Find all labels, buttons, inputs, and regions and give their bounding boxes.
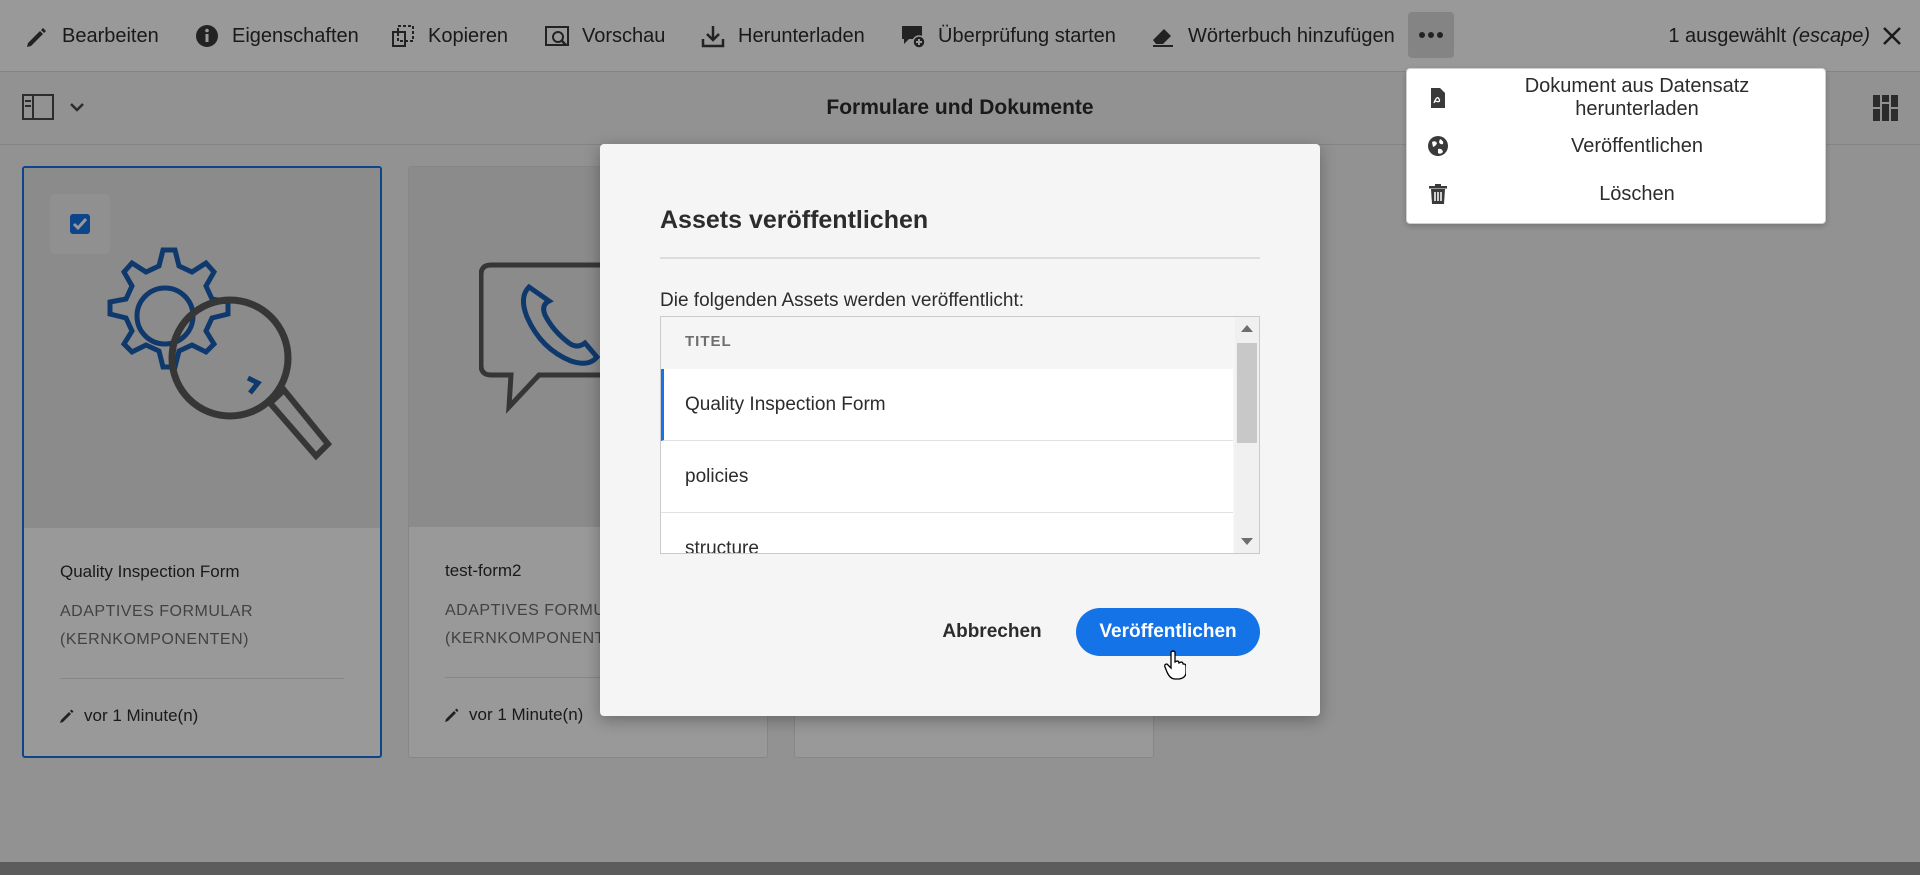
cancel-button[interactable]: Abbrechen [912,608,1072,656]
menu-item-publish[interactable]: Veröffentlichen [1407,123,1825,169]
list-scrollbar[interactable] [1235,317,1259,553]
scroll-up-icon[interactable] [1241,325,1253,332]
publish-dialog: Assets veröffentlichen Die folgenden Ass… [600,144,1320,716]
list-item[interactable]: Quality Inspection Form [661,369,1233,441]
scroll-down-icon[interactable] [1241,538,1253,545]
menu-item-label: Veröffentlichen [1571,134,1703,157]
dialog-title: Assets veröffentlichen [660,206,929,234]
assets-list[interactable]: TITEL Quality Inspection Form policies s… [660,316,1260,554]
more-actions-menu: Dokument aus Datensatz herunterladen Ver… [1406,68,1826,224]
globe-icon [1428,136,1448,156]
list-item[interactable]: structure [661,513,1233,553]
column-header-title: TITEL [685,333,732,350]
list-scroll-thumb[interactable] [1237,343,1257,443]
hand-cursor-icon [1164,650,1186,680]
menu-item-label: Dokument aus Datensatz herunterladen [1524,75,1750,120]
list-item[interactable]: policies [661,441,1233,513]
dialog-divider [660,257,1260,259]
menu-item-download-from-record[interactable]: Dokument aus Datensatz herunterladen [1407,75,1825,121]
menu-item-delete[interactable]: Löschen [1407,171,1825,217]
dialog-intro: Die folgenden Assets werden veröffentlic… [660,290,1025,311]
pdf-icon [1431,88,1445,108]
publish-button[interactable]: Veröffentlichen [1076,608,1260,656]
trash-icon [1429,184,1447,204]
menu-item-label: Löschen [1599,182,1675,205]
